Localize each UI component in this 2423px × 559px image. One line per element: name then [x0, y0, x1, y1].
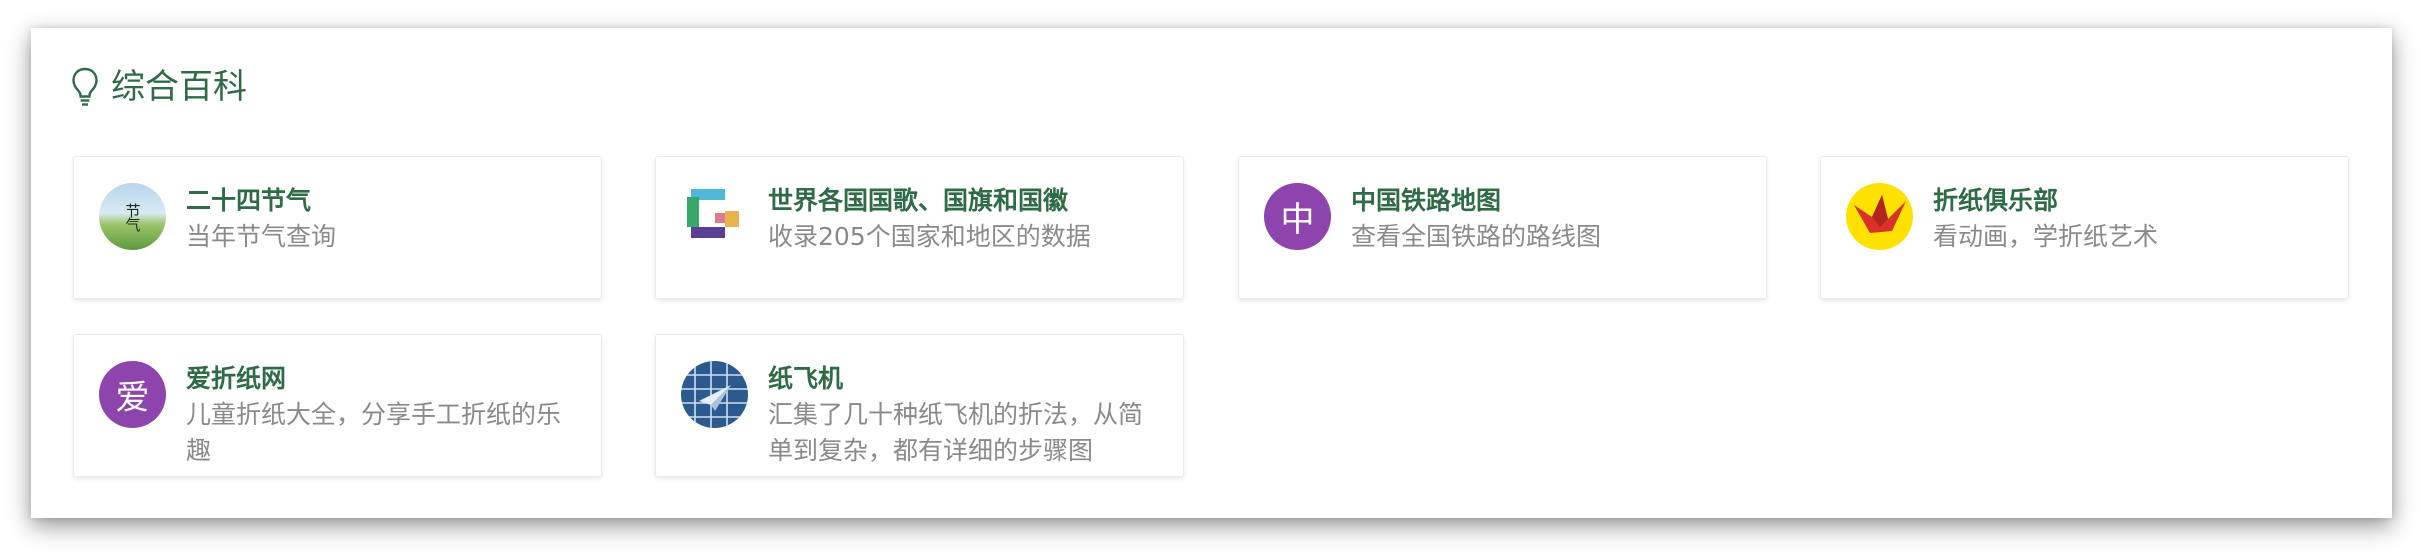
card-description: 汇集了几十种纸飞机的折法，从简单到复杂，都有详细的步骤图 — [768, 400, 1144, 465]
card-paper-plane[interactable]: 纸飞机 汇集了几十种纸飞机的折法，从简单到复杂，都有详细的步骤图 — [655, 334, 1184, 477]
section-header: 综合百科 — [71, 62, 247, 112]
card-title: 二十四节气 — [186, 186, 312, 215]
paper-plane-icon — [681, 361, 748, 428]
card-title: 中国铁路地图 — [1351, 186, 1502, 215]
card-description: 儿童折纸大全，分享手工折纸的乐趣 — [186, 400, 562, 465]
card-world-anthems[interactable]: 世界各国国歌、国旗和国徽 收录205个国家和地区的数据 — [655, 156, 1184, 299]
section-title: 综合百科 — [111, 67, 247, 107]
card-description: 查看全国铁路的路线图 — [1351, 222, 1602, 251]
letter-avatar-icon: 中 — [1264, 183, 1331, 250]
card-love-origami[interactable]: 爱 爱折纸网 儿童折纸大全，分享手工折纸的乐趣 — [73, 334, 602, 477]
flags-anthems-icon — [681, 183, 748, 250]
card-description: 当年节气查询 — [186, 222, 337, 251]
card-title: 世界各国国歌、国旗和国徽 — [768, 186, 1069, 215]
card-description: 看动画，学折纸艺术 — [1933, 222, 2159, 251]
paper-crane-icon — [1846, 183, 1913, 250]
solar-terms-icon: 节气 — [99, 183, 166, 250]
encyclopedia-panel: 综合百科 节气 二十四节气 当年节气查询 世界各国国歌、国旗和国徽 收录205个… — [31, 28, 2392, 518]
letter-avatar-icon: 爱 — [99, 361, 166, 428]
card-china-railway-map[interactable]: 中 中国铁路地图 查看全国铁路的路线图 — [1238, 156, 1767, 299]
lightbulb-icon — [72, 67, 98, 106]
card-origami-club[interactable]: 折纸俱乐部 看动画，学折纸艺术 — [1820, 156, 2349, 299]
card-description: 收录205个国家和地区的数据 — [768, 222, 1091, 251]
card-title: 折纸俱乐部 — [1933, 186, 2059, 215]
card-solar-terms[interactable]: 节气 二十四节气 当年节气查询 — [73, 156, 602, 299]
card-title: 纸飞机 — [768, 364, 844, 393]
card-title: 爱折纸网 — [186, 364, 287, 393]
